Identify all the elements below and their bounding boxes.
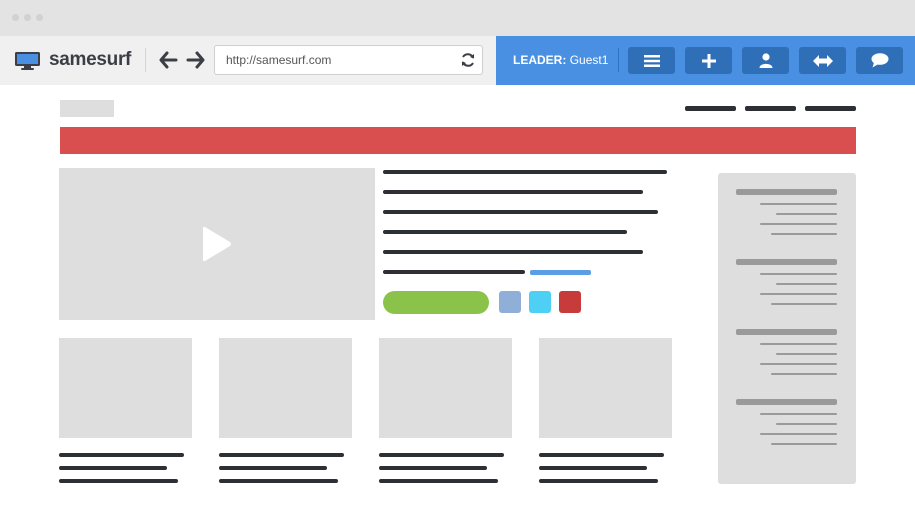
sidebar-line xyxy=(760,363,837,365)
window-close-dot[interactable] xyxy=(12,14,19,21)
arrow-left-icon[interactable] xyxy=(159,51,178,69)
monitor-icon xyxy=(15,52,40,70)
sidebar-line xyxy=(776,353,837,355)
text-link[interactable] xyxy=(530,270,591,275)
card-text-line xyxy=(219,479,338,483)
card-text-line xyxy=(539,479,658,483)
share-button-3[interactable] xyxy=(559,291,581,313)
leader-divider xyxy=(618,48,619,72)
nav-link-3[interactable] xyxy=(805,106,856,111)
sidebar-heading xyxy=(736,259,837,265)
plus-icon xyxy=(701,53,716,68)
chat-button[interactable] xyxy=(856,47,903,74)
site-logo-placeholder xyxy=(60,100,114,117)
arrow-right-icon[interactable] xyxy=(186,51,205,69)
text-line xyxy=(383,190,643,194)
card-text-line xyxy=(59,466,167,470)
text-line xyxy=(383,210,658,214)
sidebar-line xyxy=(760,293,837,295)
sidebar-line xyxy=(771,233,837,235)
chat-bubble-icon xyxy=(871,53,888,68)
sidebar-line xyxy=(776,283,837,285)
sidebar-line xyxy=(760,273,837,275)
card-text-line xyxy=(59,453,184,457)
card-text-line xyxy=(539,453,664,457)
swap-button[interactable] xyxy=(799,47,846,74)
add-button[interactable] xyxy=(685,47,732,74)
primary-button[interactable] xyxy=(383,291,489,314)
sidebar-line xyxy=(771,443,837,445)
banner xyxy=(60,127,856,154)
text-line xyxy=(383,170,667,174)
window-titlebar xyxy=(0,0,915,36)
sidebar-heading xyxy=(736,189,837,195)
sidebar-line xyxy=(771,373,837,375)
sidebar-line xyxy=(760,413,837,415)
user-button[interactable] xyxy=(742,47,789,74)
text-line xyxy=(383,270,525,274)
text-line xyxy=(383,250,643,254)
swap-arrows-icon xyxy=(812,54,833,67)
sidebar-line xyxy=(760,343,837,345)
card-text-line xyxy=(379,453,504,457)
sidebar-line xyxy=(776,423,837,425)
text-line xyxy=(383,230,627,234)
window-minimize-dot[interactable] xyxy=(24,14,31,21)
card-text-line xyxy=(379,466,487,470)
sidebar-line xyxy=(760,433,837,435)
menu-button[interactable] xyxy=(628,47,675,74)
sidebar-line xyxy=(760,223,837,225)
share-button-1[interactable] xyxy=(499,291,521,313)
brand-name: samesurf xyxy=(49,49,132,70)
nav-link-1[interactable] xyxy=(685,106,736,111)
leader-name: Guest1 xyxy=(569,53,609,67)
refresh-icon[interactable] xyxy=(460,52,476,68)
url-text[interactable]: http://samesurf.com xyxy=(226,53,331,67)
leader-prefix: LEADER: xyxy=(513,53,567,67)
sidebar-heading xyxy=(736,329,837,335)
card-text-line xyxy=(219,466,327,470)
share-button-2[interactable] xyxy=(529,291,551,313)
card-text-line xyxy=(379,479,498,483)
user-icon xyxy=(759,53,772,68)
leader-label: LEADER: Guest1 xyxy=(513,53,608,67)
card-image[interactable] xyxy=(379,338,512,438)
card-image[interactable] xyxy=(539,338,672,438)
menu-icon xyxy=(643,54,660,67)
toolbar-divider xyxy=(145,48,146,72)
card-text-line xyxy=(539,466,647,470)
card-text-line xyxy=(219,453,344,457)
sidebar-line xyxy=(776,213,837,215)
sidebar-line xyxy=(760,203,837,205)
card-text-line xyxy=(59,479,178,483)
sidebar-line xyxy=(771,303,837,305)
card-image[interactable] xyxy=(219,338,352,438)
play-icon[interactable] xyxy=(201,224,233,264)
window-maximize-dot[interactable] xyxy=(36,14,43,21)
card-image[interactable] xyxy=(59,338,192,438)
sidebar-heading xyxy=(736,399,837,405)
nav-link-2[interactable] xyxy=(745,106,796,111)
